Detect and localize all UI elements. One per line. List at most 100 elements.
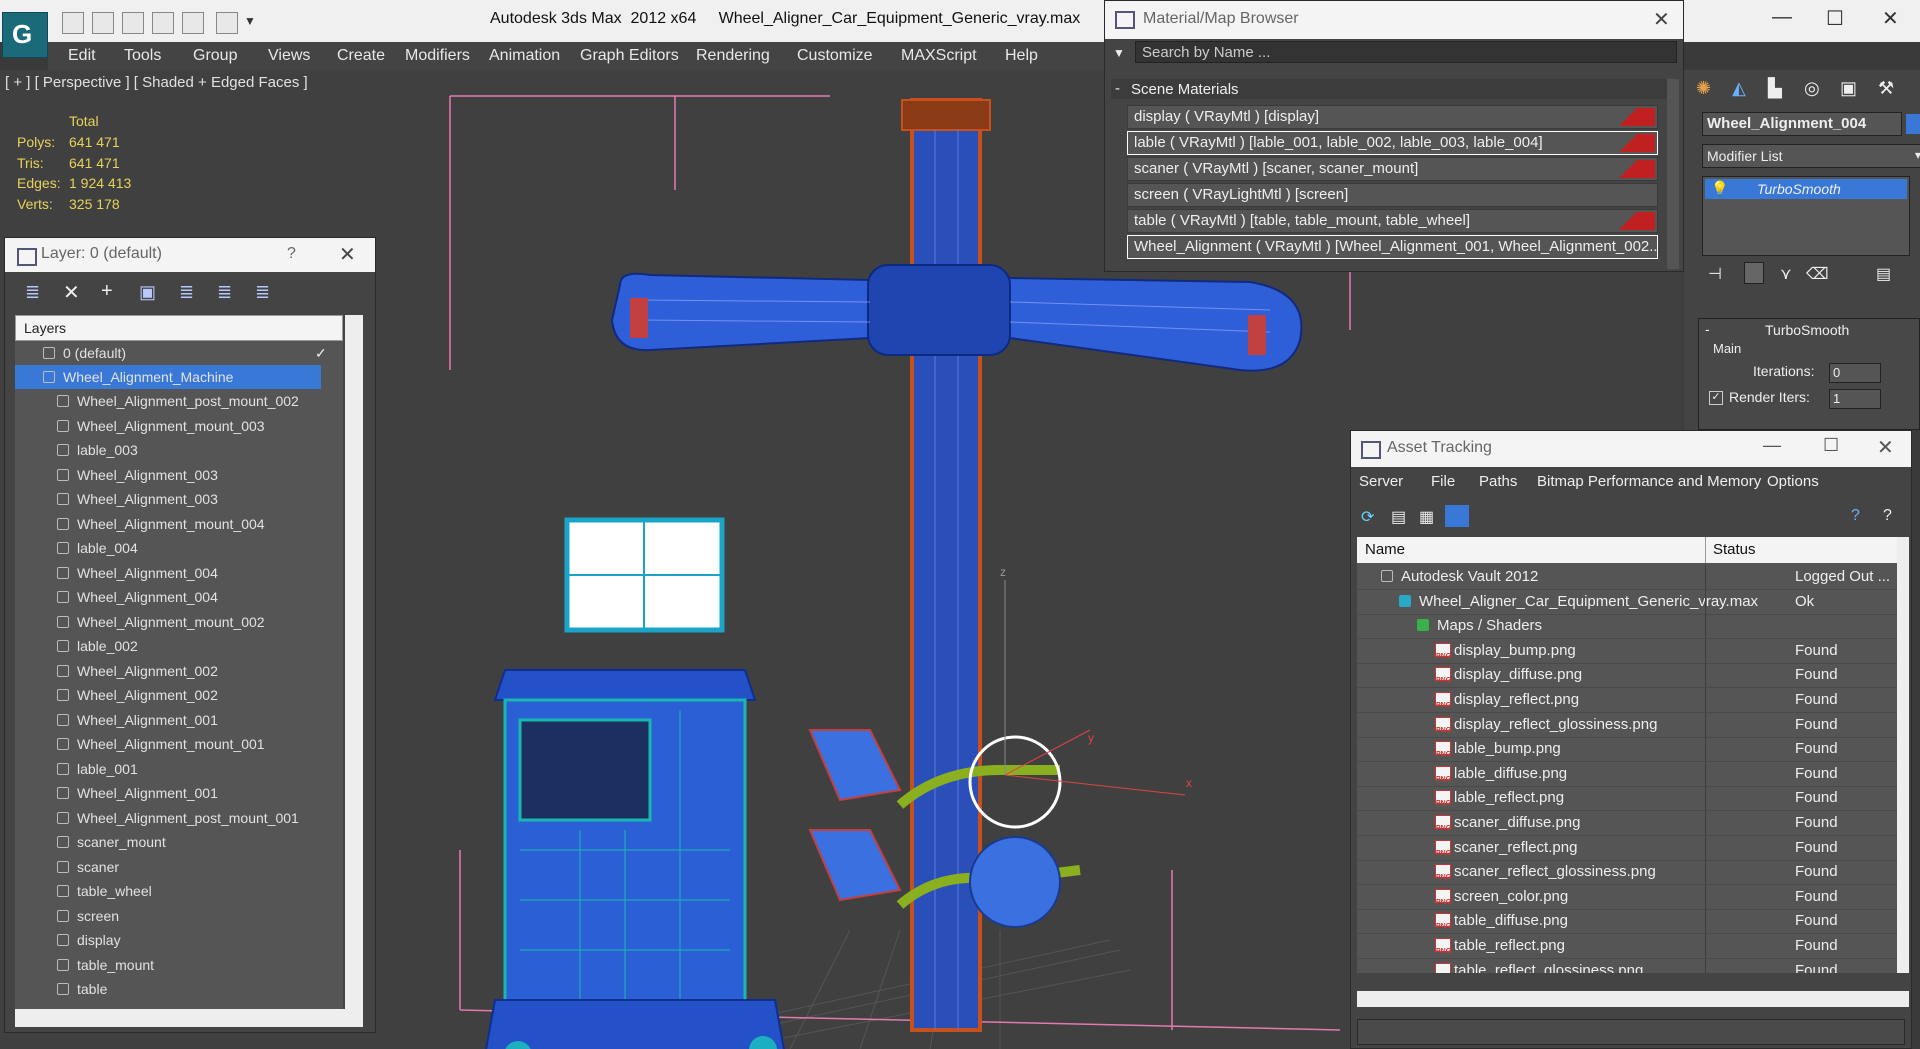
lightbulb-icon[interactable]: 💡 [1711,180,1728,197]
layer-object-row[interactable]: lable_001 [15,757,343,781]
open-icon[interactable] [62,12,84,34]
help-icon[interactable]: ? [287,245,296,263]
hide-all-icon[interactable]: ≣ [217,282,232,303]
context-help-icon[interactable]: ? [1883,507,1892,525]
asset-row[interactable]: table_reflect_glossiness.png Found [1357,958,1897,973]
layer-scrollbar[interactable] [345,315,363,1009]
layer-object-row[interactable]: table [15,977,343,1001]
material-row[interactable]: screen ( VRayLightMtl ) [screen] [1127,183,1658,207]
utilities-tab-icon[interactable]: ⚒ [1878,78,1894,99]
menu-rendering[interactable]: Rendering [696,47,770,65]
fetch-icon[interactable] [216,12,238,34]
asset-menu-server[interactable]: Server [1359,473,1403,490]
layer-object-row[interactable]: Wheel_Alignment_003 [15,487,343,511]
menu-tools[interactable]: Tools [124,47,161,65]
layer-object-row[interactable]: scaner [15,855,343,879]
list-view-icon[interactable]: ▤ [1391,507,1406,527]
asset-table-header[interactable]: Name Status [1357,537,1905,563]
delete-layer-icon[interactable]: ✕ [63,280,80,305]
layer-object-row[interactable]: lable_002 [15,634,343,658]
configure-modifier-sets-icon[interactable]: ▤ [1876,264,1891,284]
menu-views[interactable]: Views [268,47,310,65]
asset-menu-file[interactable]: File [1431,473,1455,490]
layer-horizontal-scrollbar[interactable] [15,1009,363,1027]
asset-horizontal-scrollbar[interactable] [1357,991,1909,1007]
material-row[interactable]: display ( VRayMtl ) [display] [1127,105,1658,129]
asset-menu-paths[interactable]: Paths [1479,473,1517,490]
app-menu-button[interactable]: G [2,12,48,58]
pin-stack-icon[interactable]: ⊣ [1708,264,1722,284]
asset-menu-bitmap[interactable]: Bitmap Performance and Memory [1537,473,1761,490]
material-row[interactable]: table ( VRayMtl ) [table, table_mount, t… [1127,209,1658,233]
close-icon[interactable]: ✕ [1653,7,1670,32]
layer-object-row[interactable]: lable_004 [15,536,343,560]
asset-menu-options[interactable]: Options [1767,473,1819,490]
refresh-icon[interactable]: ⟳ [1361,507,1374,527]
layer-selected-row[interactable]: Wheel_Alignment_Machine [15,365,321,389]
menu-modifiers[interactable]: Modifiers [405,47,470,65]
menu-graph-editors[interactable]: Graph Editors [580,47,679,65]
layer-object-row[interactable]: Wheel_Alignment_mount_002 [15,610,343,634]
column-status[interactable]: Status [1713,541,1756,558]
quick-access-dropdown-icon[interactable]: ▼ [244,14,256,28]
asset-scrollbar[interactable] [1897,537,1909,973]
layer-object-row[interactable]: Wheel_Alignment_004 [15,561,343,585]
asset-row[interactable]: lable_reflect.png Found [1357,786,1897,816]
make-unique-icon[interactable]: ⋎ [1780,264,1792,284]
search-input[interactable]: Search by Name ... [1135,41,1677,63]
layers-header[interactable]: Layers [15,315,343,341]
select-objects-icon[interactable]: ▣ [139,282,156,303]
asset-row[interactable]: display_reflect.png Found [1357,688,1897,718]
layer-object-row[interactable]: Wheel_Alignment_004 [15,585,343,609]
modifier-stack[interactable]: 💡 TurboSmooth [1702,176,1910,256]
material-row[interactable]: Wheel_Alignment ( VRayMtl ) [Wheel_Align… [1127,235,1658,259]
asset-path-field[interactable] [1357,1019,1905,1045]
render-iters-spinner[interactable]: 1 [1829,389,1881,409]
layer-object-row[interactable]: table_mount [15,953,343,977]
menu-group[interactable]: Group [193,47,237,65]
maximize-icon[interactable]: ☐ [1826,6,1844,31]
remove-modifier-icon[interactable]: ⌫ [1806,264,1829,284]
asset-row[interactable]: Maps / Shaders [1357,614,1897,640]
asset-row[interactable]: scaner_reflect.png Found [1357,835,1897,866]
new-layer-icon[interactable]: ≣ [25,282,40,303]
minimize-icon[interactable]: — [1772,6,1792,29]
asset-table-body[interactable]: Autodesk Vault 2012 Logged Out ... Wheel_A… [1357,563,1897,973]
hierarchy-tab-icon[interactable]: ▙ [1768,78,1782,99]
tree-view-icon[interactable]: ▦ [1419,507,1434,527]
table-view-icon[interactable] [1445,505,1469,527]
asset-row[interactable]: Wheel_Aligner_Car_Equipment_Generic_vray… [1357,589,1897,615]
layer-object-row[interactable]: table_wheel [15,879,343,903]
show-end-result-icon[interactable] [1744,262,1764,284]
display-tab-icon[interactable]: ▣ [1840,78,1857,99]
asset-row[interactable]: Autodesk Vault 2012 Logged Out ... [1357,565,1897,590]
modify-tab-icon[interactable]: ◭ [1732,78,1746,99]
asset-row[interactable]: display_bump.png Found [1357,638,1897,669]
material-row[interactable]: scaner ( VRayMtl ) [scaner, scaner_mount… [1127,157,1658,181]
object-color-swatch[interactable] [1906,114,1920,134]
collapse-icon[interactable]: - [1115,80,1120,97]
layer-object-row[interactable]: Wheel_Alignment_post_mount_001 [15,806,343,830]
layer-object-row[interactable]: Wheel_Alignment_mount_001 [15,732,343,756]
modifier-stack-item[interactable]: 💡 TurboSmooth [1705,179,1907,199]
layer-object-row[interactable]: Wheel_Alignment_mount_003 [15,414,343,438]
asset-row[interactable]: table_reflect.png Found [1357,934,1897,964]
layer-object-row[interactable]: Wheel_Alignment_mount_004 [15,512,343,536]
minimize-icon[interactable]: — [1763,435,1781,456]
iterations-spinner[interactable]: 0 [1829,363,1881,383]
asset-row[interactable]: display_diffuse.png Found [1357,663,1897,693]
modifier-list-dropdown[interactable]: Modifier List ▾ [1702,144,1920,168]
create-tab-icon[interactable]: ✺ [1696,78,1711,99]
asset-row[interactable]: scaner_reflect_glossiness.png Found [1357,860,1897,890]
menu-edit[interactable]: Edit [68,47,96,65]
layer-object-row[interactable]: screen [15,904,343,928]
column-name[interactable]: Name [1365,541,1405,558]
asset-row[interactable]: lable_diffuse.png Found [1357,761,1897,792]
hold-icon[interactable] [182,12,204,34]
add-to-layer-icon[interactable]: + [101,280,113,303]
layer-default-row[interactable]: 0 (default) [15,341,343,365]
scene-materials-group[interactable]: - Scene Materials [1111,79,1667,99]
layer-object-row[interactable]: display [15,928,343,952]
browser-options-icon[interactable]: ▼ [1113,46,1125,60]
material-scrollbar[interactable] [1667,79,1679,269]
